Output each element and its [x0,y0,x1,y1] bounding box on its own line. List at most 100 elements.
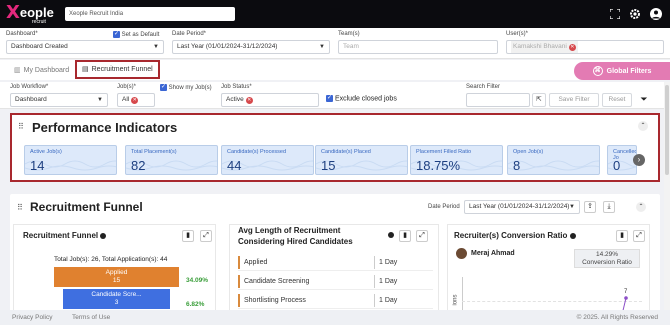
funnel-filter-icon[interactable]: ⏷ [638,94,650,106]
funnel-panel-title-text: Recruitment Funnel [23,231,99,240]
check-icon: ✓ [160,84,167,91]
indicator-value: 8 [513,158,521,173]
global-filters-button[interactable]: ⌘ Global Filters [574,62,670,80]
drag-handle-icon[interactable]: ⠿ [18,122,24,131]
indicator-value: 15 [321,158,336,173]
copyright-text: © 2025. All Rights Reserved [576,314,658,321]
app-logo[interactable]: X eople recruit [6,4,54,26]
indicator-value: 18.75% [416,158,461,173]
chevron-down-icon: ▼ [97,97,103,103]
indicator-card[interactable]: Active Job(s) 14 [24,145,117,175]
download-icon[interactable]: ⤓ [603,201,615,213]
privacy-policy-link[interactable]: Privacy Policy [12,310,52,325]
bar-chart-icon[interactable]: ▮ [399,230,411,242]
funnel-stage-count: 15 [112,277,121,284]
date-period-select[interactable]: Last Year (01/01/2024-31/12/2024) ▼ [172,40,330,54]
set-default-checkbox[interactable]: ✓ Set as Default [113,31,159,38]
indicator-value: 44 [227,158,242,173]
funnel-stage-pct: 6.82% [186,301,205,308]
bar-chart-icon[interactable]: ▮ [616,230,628,242]
share-icon[interactable]: ⇪ [584,201,596,213]
tab-bar: ▥ My Dashboard ▤ Recruitment Funnel [0,60,670,80]
gear-icon[interactable] [628,7,642,21]
jobs-chip: All ✕ [122,94,139,106]
indicator-card[interactable]: Placement Filled Ratio 18.75% [410,145,503,175]
funnel-stage-screening[interactable]: Candidate Scre... 3 [63,289,170,309]
expand-icon[interactable]: ⤢ [416,230,428,242]
list-item: Candidate Screening 1 Day [238,273,433,290]
indicator-value: 0 [613,158,621,173]
job-status-select[interactable]: Active ✕ [221,93,319,107]
chevron-down-icon: ▼ [319,44,325,50]
list-item: Shortlisting Process 1 Day [238,292,433,309]
rf-date-period-value: Last Year (01/01/2024-31/12/2024) [469,203,570,210]
date-period-label: Date Period* [172,31,207,37]
filter-bar: Dashboard* Dashboard Created ▼ ✓ Set as … [0,28,670,59]
status-chip: Active ✕ [226,94,253,106]
performance-indicators-title: Performance Indicators [32,120,178,135]
info-icon[interactable] [100,232,107,239]
search-filter-label: Search Filter [466,84,501,90]
stage-color-bar [238,256,240,269]
funnel-stage-applied[interactable]: Applied 15 [54,267,179,287]
tab-recruitment-funnel[interactable]: ▤ Recruitment Funnel [75,60,160,79]
indicator-card[interactable]: Candidate(s) Processed 44 [221,145,314,175]
stage-name: Applied [244,259,268,266]
job-workflow-select[interactable]: Dashboard ▼ [10,93,108,107]
check-icon: ✓ [113,31,120,38]
chevron-right-icon[interactable]: › [633,154,645,166]
fullscreen-icon[interactable] [608,7,622,21]
scrollbar-thumb[interactable] [665,85,669,175]
chevron-down-icon: ▼ [153,44,159,50]
team-select[interactable]: Team [338,40,498,54]
user-select[interactable]: Kamakshi Bhavani ✕ [506,40,664,54]
exclude-closed-checkbox[interactable]: ✓ Exclude closed jobs [326,95,397,102]
stage-days: 1 Day [374,275,397,288]
jobs-label: Job(s)* [117,84,137,90]
indicator-label: Candidate(s) Placed [321,149,371,155]
avg-length-title: Avg Length of Recruitment Considering Hi… [238,225,353,247]
reset-button[interactable]: Reset [602,93,632,107]
user-label: User(s)* [506,31,528,37]
indicator-card[interactable]: Open Job(s) 8 [507,145,600,175]
collapse-icon[interactable]: ⌃ [636,202,646,212]
save-filter-button[interactable]: Save Filter [549,93,599,107]
expand-icon[interactable]: ⤢ [200,230,212,242]
show-my-jobs-checkbox[interactable]: ✓ Show my Job(s) [160,84,212,91]
filter-icon: ⌘ [592,66,603,76]
avatar [456,248,467,259]
status-chip-label: Active [226,96,244,103]
dashboard-select[interactable]: Dashboard Created ▼ [6,40,164,54]
search-filter-input[interactable] [466,93,530,107]
close-icon[interactable]: ✕ [245,96,253,104]
avg-length-title-line2: Considering Hired Candidates [238,237,353,246]
expand-icon[interactable]: ⤢ [633,230,645,242]
stage-name: Candidate Screening [244,278,310,285]
tab-my-dashboard[interactable]: ▥ My Dashboard [14,64,69,78]
conversion-panel-title: Recruiter(s) Conversion Ratio [454,231,576,240]
jobs-chip-label: All [122,96,130,103]
bar-chart-icon[interactable]: ▮ [182,230,194,242]
stage-days: 1 Day [374,294,397,307]
indicator-card[interactable]: Candidate(s) Placed 15 [315,145,408,175]
info-icon[interactable] [569,232,576,239]
close-icon[interactable]: ✕ [131,96,139,104]
collapse-icon[interactable]: ⌃ [638,121,648,131]
vertical-scrollbar[interactable] [664,82,670,310]
indicator-card[interactable]: Total Placement(s) 82 [125,145,218,175]
indicator-value: 14 [30,158,45,173]
user-chip-label: Kamakshi Bhavani [513,43,567,50]
info-icon[interactable] [388,232,394,238]
drag-handle-icon[interactable]: ⠿ [17,203,23,212]
show-my-jobs-label: Show my Job(s) [168,85,212,92]
data-point[interactable] [624,296,628,300]
jobs-select[interactable]: All ✕ [117,93,155,107]
close-icon[interactable]: ✕ [568,43,576,51]
recruiter-name: Meraj Ahmad [471,250,515,257]
conversion-ratio-value: 14.29% [595,251,619,258]
open-external-icon[interactable]: ⇱ [532,93,546,107]
rf-date-period-select[interactable]: Last Year (01/01/2024-31/12/2024) ▼ [464,200,580,214]
terms-link[interactable]: Terms of Use [72,310,110,325]
user-icon[interactable] [649,7,663,21]
global-search-input[interactable]: Xeople Recruit India [65,7,235,21]
